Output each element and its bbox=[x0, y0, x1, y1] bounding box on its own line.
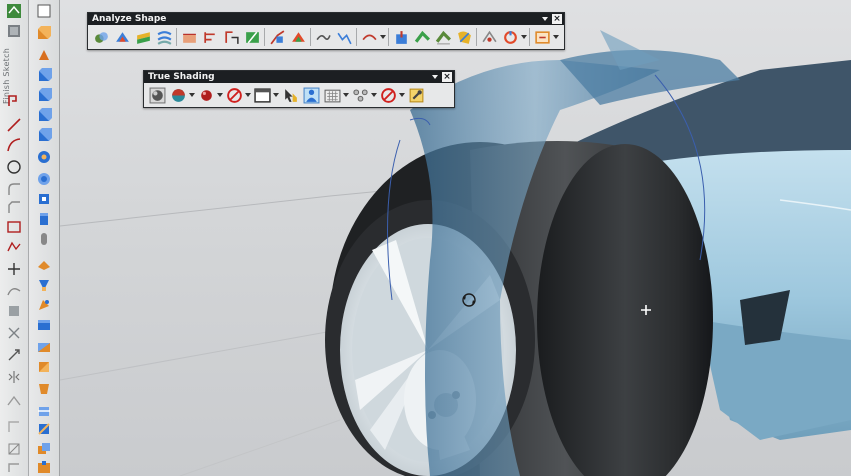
toolbar-options-icon[interactable] bbox=[432, 75, 438, 79]
highlight-lines-icon[interactable] bbox=[242, 27, 262, 47]
boss-icon[interactable] bbox=[35, 170, 53, 188]
select-box-icon[interactable] bbox=[35, 2, 53, 20]
no-entry-2-dropdown[interactable] bbox=[399, 85, 405, 105]
no-entry-icon[interactable] bbox=[224, 85, 244, 105]
person-studio-icon[interactable] bbox=[301, 85, 321, 105]
slot-icon[interactable] bbox=[35, 230, 53, 248]
deviation-icon[interactable] bbox=[288, 27, 308, 47]
split-body-icon[interactable] bbox=[35, 420, 53, 438]
line-icon[interactable] bbox=[5, 116, 23, 134]
draft-analysis-icon[interactable] bbox=[391, 27, 411, 47]
subtract-icon[interactable] bbox=[35, 458, 53, 476]
unite-icon[interactable] bbox=[35, 440, 53, 458]
constraint-icon[interactable] bbox=[5, 418, 23, 436]
floor-grid-icon[interactable] bbox=[322, 85, 342, 105]
thickness-icon[interactable] bbox=[500, 27, 520, 47]
pattern-icon[interactable] bbox=[5, 392, 23, 410]
cone-icon[interactable] bbox=[35, 106, 53, 124]
dimension-icon[interactable] bbox=[5, 440, 23, 458]
sweep-icon[interactable] bbox=[479, 27, 499, 47]
rotate-cursor-icon bbox=[462, 293, 476, 307]
floor-dropdown[interactable] bbox=[343, 85, 349, 105]
red-sphere-icon[interactable] bbox=[196, 85, 216, 105]
shading-cursor-icon[interactable] bbox=[280, 85, 300, 105]
background-icon[interactable] bbox=[252, 85, 272, 105]
analyze-shape-title[interactable]: Analyze Shape × bbox=[88, 13, 564, 25]
lights-icon[interactable] bbox=[350, 85, 370, 105]
studio-spline-icon[interactable] bbox=[5, 282, 23, 300]
slope-icon[interactable] bbox=[179, 27, 199, 47]
sketch-toolbar: Finish Sketch bbox=[0, 0, 29, 476]
corner-icon[interactable] bbox=[5, 458, 23, 476]
analyze-shape-toolbar[interactable]: Analyze Shape × bbox=[87, 12, 565, 50]
material-sphere-icon[interactable] bbox=[168, 85, 188, 105]
distance-icon[interactable] bbox=[200, 27, 220, 47]
material-dropdown[interactable] bbox=[189, 85, 195, 105]
edge-continuity-icon[interactable] bbox=[433, 27, 453, 47]
inflection-dropdown[interactable] bbox=[380, 27, 386, 47]
pad-icon[interactable] bbox=[35, 210, 53, 228]
point-icon[interactable] bbox=[5, 260, 23, 278]
fillet-icon[interactable] bbox=[5, 180, 23, 198]
sphere-dropdown[interactable] bbox=[217, 85, 223, 105]
chamfer-icon[interactable] bbox=[5, 198, 23, 216]
hole-icon[interactable] bbox=[35, 148, 53, 166]
toolbar-options-icon[interactable] bbox=[542, 17, 548, 21]
face-analysis-icon[interactable] bbox=[112, 27, 132, 47]
reflection-icon[interactable] bbox=[154, 27, 174, 47]
true-shading-toolbar[interactable]: True Shading × bbox=[143, 70, 455, 108]
polygon-icon[interactable] bbox=[5, 238, 23, 256]
true-shading-icon[interactable] bbox=[147, 85, 167, 105]
face-curvature-icon[interactable] bbox=[267, 27, 287, 47]
section-analysis-icon[interactable] bbox=[221, 27, 241, 47]
extrude-icon[interactable] bbox=[35, 24, 53, 42]
thread-icon[interactable] bbox=[35, 276, 53, 294]
curvature-comb-icon[interactable] bbox=[334, 27, 354, 47]
clearance-dropdown[interactable] bbox=[553, 27, 559, 47]
arc-icon[interactable] bbox=[5, 136, 23, 154]
chamfer-feature-icon[interactable] bbox=[35, 338, 53, 356]
crosshair-icon bbox=[641, 305, 651, 315]
close-icon[interactable]: × bbox=[442, 72, 452, 82]
block-icon[interactable] bbox=[35, 66, 53, 84]
clearance-icon[interactable] bbox=[532, 27, 552, 47]
circle-icon[interactable] bbox=[5, 158, 23, 176]
shape-icon[interactable] bbox=[454, 27, 474, 47]
rectangle-icon[interactable] bbox=[5, 218, 23, 236]
no-entry-2-icon[interactable] bbox=[378, 85, 398, 105]
settings-icon[interactable] bbox=[406, 85, 426, 105]
curve-analysis-icon[interactable] bbox=[91, 27, 111, 47]
lights-dropdown[interactable] bbox=[371, 85, 377, 105]
pocket-icon[interactable] bbox=[35, 190, 53, 208]
trim-icon[interactable] bbox=[5, 324, 23, 342]
thickness-dropdown[interactable] bbox=[521, 27, 527, 47]
no-entry-dropdown[interactable] bbox=[245, 85, 251, 105]
radius-analysis-icon[interactable] bbox=[133, 27, 153, 47]
background-dropdown[interactable] bbox=[273, 85, 279, 105]
offset-icon[interactable] bbox=[5, 302, 23, 320]
cube-icon[interactable] bbox=[5, 22, 23, 40]
groove-icon[interactable] bbox=[35, 256, 53, 274]
sphere-icon[interactable] bbox=[35, 126, 53, 144]
gap-icon[interactable] bbox=[313, 27, 333, 47]
rib-icon[interactable] bbox=[35, 296, 53, 314]
draft-icon[interactable] bbox=[35, 380, 53, 398]
inflection-icon[interactable] bbox=[359, 27, 379, 47]
close-icon[interactable]: × bbox=[552, 14, 562, 24]
extend-icon[interactable] bbox=[5, 346, 23, 364]
feature-toolbar bbox=[29, 0, 60, 476]
shell-icon[interactable] bbox=[35, 358, 53, 376]
sketch-select-icon[interactable] bbox=[5, 2, 23, 20]
revolve-icon[interactable] bbox=[35, 46, 53, 64]
cylinder-icon[interactable] bbox=[35, 86, 53, 104]
mirror-icon[interactable] bbox=[5, 368, 23, 386]
trim-body-icon[interactable] bbox=[35, 402, 53, 420]
profile-icon[interactable] bbox=[5, 92, 23, 110]
true-shading-title[interactable]: True Shading × bbox=[144, 71, 454, 83]
surface-continuity-icon[interactable] bbox=[412, 27, 432, 47]
edge-blend-icon[interactable] bbox=[35, 316, 53, 334]
